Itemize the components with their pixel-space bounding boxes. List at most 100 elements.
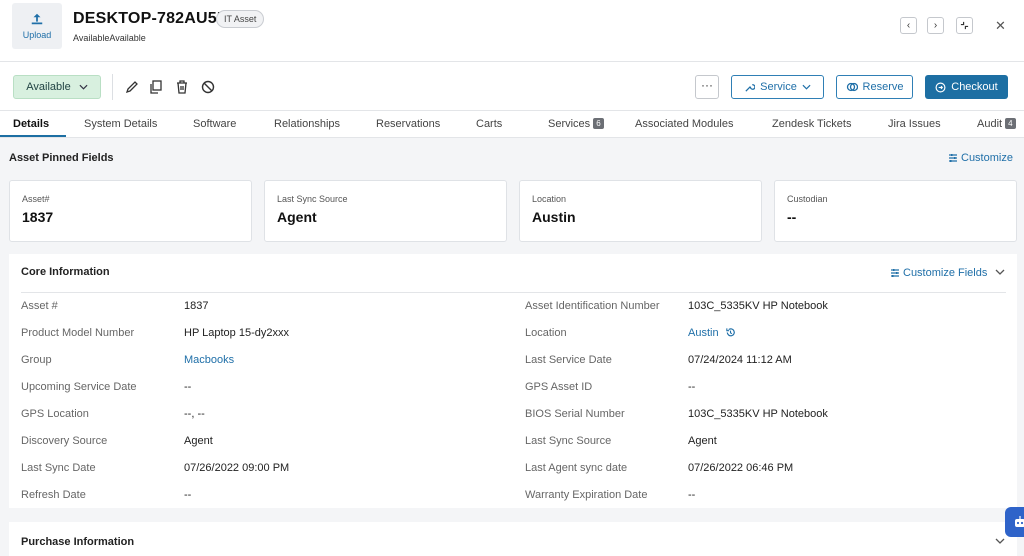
- next-asset-button[interactable]: ›: [927, 17, 944, 34]
- tab-details[interactable]: Details: [13, 118, 49, 130]
- tab-services[interactable]: Services 6: [548, 118, 604, 130]
- tab-associated-modules[interactable]: Associated Modules: [635, 118, 733, 130]
- expand-section-button[interactable]: [995, 535, 1005, 547]
- core-information-title: Core Information: [21, 266, 110, 278]
- asset-name: DESKTOP-782AU5F: [73, 10, 227, 27]
- pinned-card-label: Last Sync Source: [277, 194, 348, 204]
- upload-button[interactable]: Upload: [12, 3, 62, 49]
- checkout-button[interactable]: Checkout: [925, 75, 1008, 99]
- chat-assistant-button[interactable]: [1005, 507, 1024, 537]
- pencil-icon: [125, 81, 138, 94]
- pinned-card-label: Asset#: [22, 194, 50, 204]
- more-actions-button[interactable]: ···: [695, 75, 719, 99]
- tab-zendesk-tickets[interactable]: Zendesk Tickets: [772, 118, 851, 130]
- tab-audit[interactable]: Audit 4: [977, 118, 1016, 130]
- tab-software[interactable]: Software: [193, 118, 236, 130]
- tab-jira-issues[interactable]: Jira Issues: [888, 118, 941, 130]
- chevron-down-icon: [802, 84, 811, 90]
- field-row: GPS Asset ID: [525, 381, 592, 393]
- pinned-fields-title: Asset Pinned Fields: [9, 152, 114, 164]
- pinned-card-label: Location: [532, 194, 567, 204]
- field-row: Last Sync Source: [525, 435, 611, 447]
- tab-label: Carts: [476, 118, 503, 130]
- core-information-panel: Core Information Customize Fields Asset …: [9, 254, 1017, 508]
- asset-type-badge: IT Asset: [216, 10, 265, 28]
- field-row: --, --: [184, 408, 205, 420]
- status-dropdown-label: Available: [26, 81, 71, 93]
- field-row: Upcoming Service Date: [21, 381, 137, 393]
- collapse-section-button[interactable]: [995, 266, 1005, 278]
- field-row: Agent: [184, 435, 213, 447]
- service-label: Service: [760, 81, 797, 93]
- field-row: BIOS Serial Number: [525, 408, 625, 420]
- field-value: --: [184, 489, 192, 501]
- chevron-down-icon: [79, 84, 88, 90]
- tab-relationships[interactable]: Relationships: [274, 118, 340, 130]
- pinned-card-value: --: [787, 209, 797, 225]
- field-row: Warranty Expiration Date: [525, 489, 647, 501]
- field-label: Refresh Date: [21, 489, 86, 501]
- toolbar-divider: [112, 74, 113, 100]
- status-dropdown[interactable]: Available: [13, 75, 101, 99]
- pinned-card-last-sync-source: Last Sync Source Agent: [264, 180, 507, 242]
- field-row: 07/24/2024 11:12 AM: [688, 354, 792, 366]
- edit-button[interactable]: [124, 79, 140, 95]
- history-icon[interactable]: [725, 327, 736, 338]
- field-row: Group: [21, 354, 52, 366]
- tab-carts[interactable]: Carts: [476, 118, 502, 130]
- tab-label: Details: [13, 118, 50, 130]
- section-divider: [21, 292, 1006, 293]
- field-value: HP Laptop 15-dy2xxx: [184, 327, 289, 339]
- customize-fields-link[interactable]: Customize Fields: [890, 267, 987, 279]
- delete-button[interactable]: [174, 79, 190, 95]
- field-label: GPS Location: [21, 408, 89, 420]
- duplicate-button[interactable]: [148, 79, 164, 95]
- field-label: Upcoming Service Date: [21, 381, 137, 393]
- upload-icon: [31, 13, 43, 25]
- sliders-icon: [949, 154, 957, 162]
- field-label: Asset #: [21, 300, 58, 312]
- tab-label: Audit: [977, 118, 1003, 130]
- field-label: Product Model Number: [21, 327, 135, 339]
- chevron-right-icon: ›: [933, 20, 938, 31]
- field-value: Agent: [688, 435, 717, 447]
- collapse-button[interactable]: [956, 17, 973, 34]
- field-value: --: [688, 489, 696, 501]
- tab-label: Reservations: [376, 118, 441, 130]
- asset-status-text: AvailableAvailable: [73, 33, 146, 43]
- pinned-card-custodian: Custodian --: [774, 180, 1017, 242]
- field-row: Asset #: [21, 300, 58, 312]
- pinned-card-label: Custodian: [787, 194, 828, 204]
- group-link[interactable]: Macbooks: [184, 354, 234, 366]
- pinned-card-value: 1837: [22, 209, 54, 225]
- disable-button[interactable]: [200, 79, 216, 95]
- robot-icon: [1015, 516, 1024, 527]
- collapse-icon: [960, 21, 969, 30]
- copy-icon: [150, 80, 162, 94]
- field-row: 1837: [184, 300, 208, 312]
- field-row: GPS Location: [21, 408, 89, 420]
- field-label: Last Service Date: [525, 354, 612, 366]
- service-dropdown[interactable]: Service: [731, 75, 824, 99]
- detail-tabs: Details System Details Software Relation…: [0, 111, 1024, 138]
- previous-asset-button[interactable]: ‹: [900, 17, 917, 34]
- field-row: --: [688, 381, 695, 393]
- customize-label: Customize: [961, 152, 1013, 164]
- reserve-button[interactable]: Reserve: [836, 75, 913, 99]
- chevron-down-icon: [995, 538, 1005, 544]
- tab-reservations[interactable]: Reservations: [376, 118, 440, 130]
- checkout-icon: [935, 82, 946, 92]
- customize-pinned-link[interactable]: Customize: [948, 152, 1013, 164]
- checkout-label: Checkout: [951, 81, 998, 93]
- field-value: 07/26/2022 06:46 PM: [688, 462, 794, 474]
- field-value: 07/26/2022 09:00 PM: [184, 462, 290, 474]
- tab-count-badge: 6: [593, 118, 604, 129]
- location-link[interactable]: Austin: [688, 327, 719, 339]
- tab-system-details[interactable]: System Details: [84, 118, 157, 130]
- field-row: 07/26/2022 06:46 PM: [688, 462, 793, 474]
- chevron-down-icon: [995, 269, 1005, 275]
- asset-header: Upload DESKTOP-782AU5F IT Asset Availabl…: [0, 0, 1024, 62]
- pinned-card-value: Austin: [532, 209, 576, 225]
- field-value: 07/24/2024 11:12 AM: [688, 354, 792, 366]
- close-button[interactable]: ✕: [995, 18, 1006, 34]
